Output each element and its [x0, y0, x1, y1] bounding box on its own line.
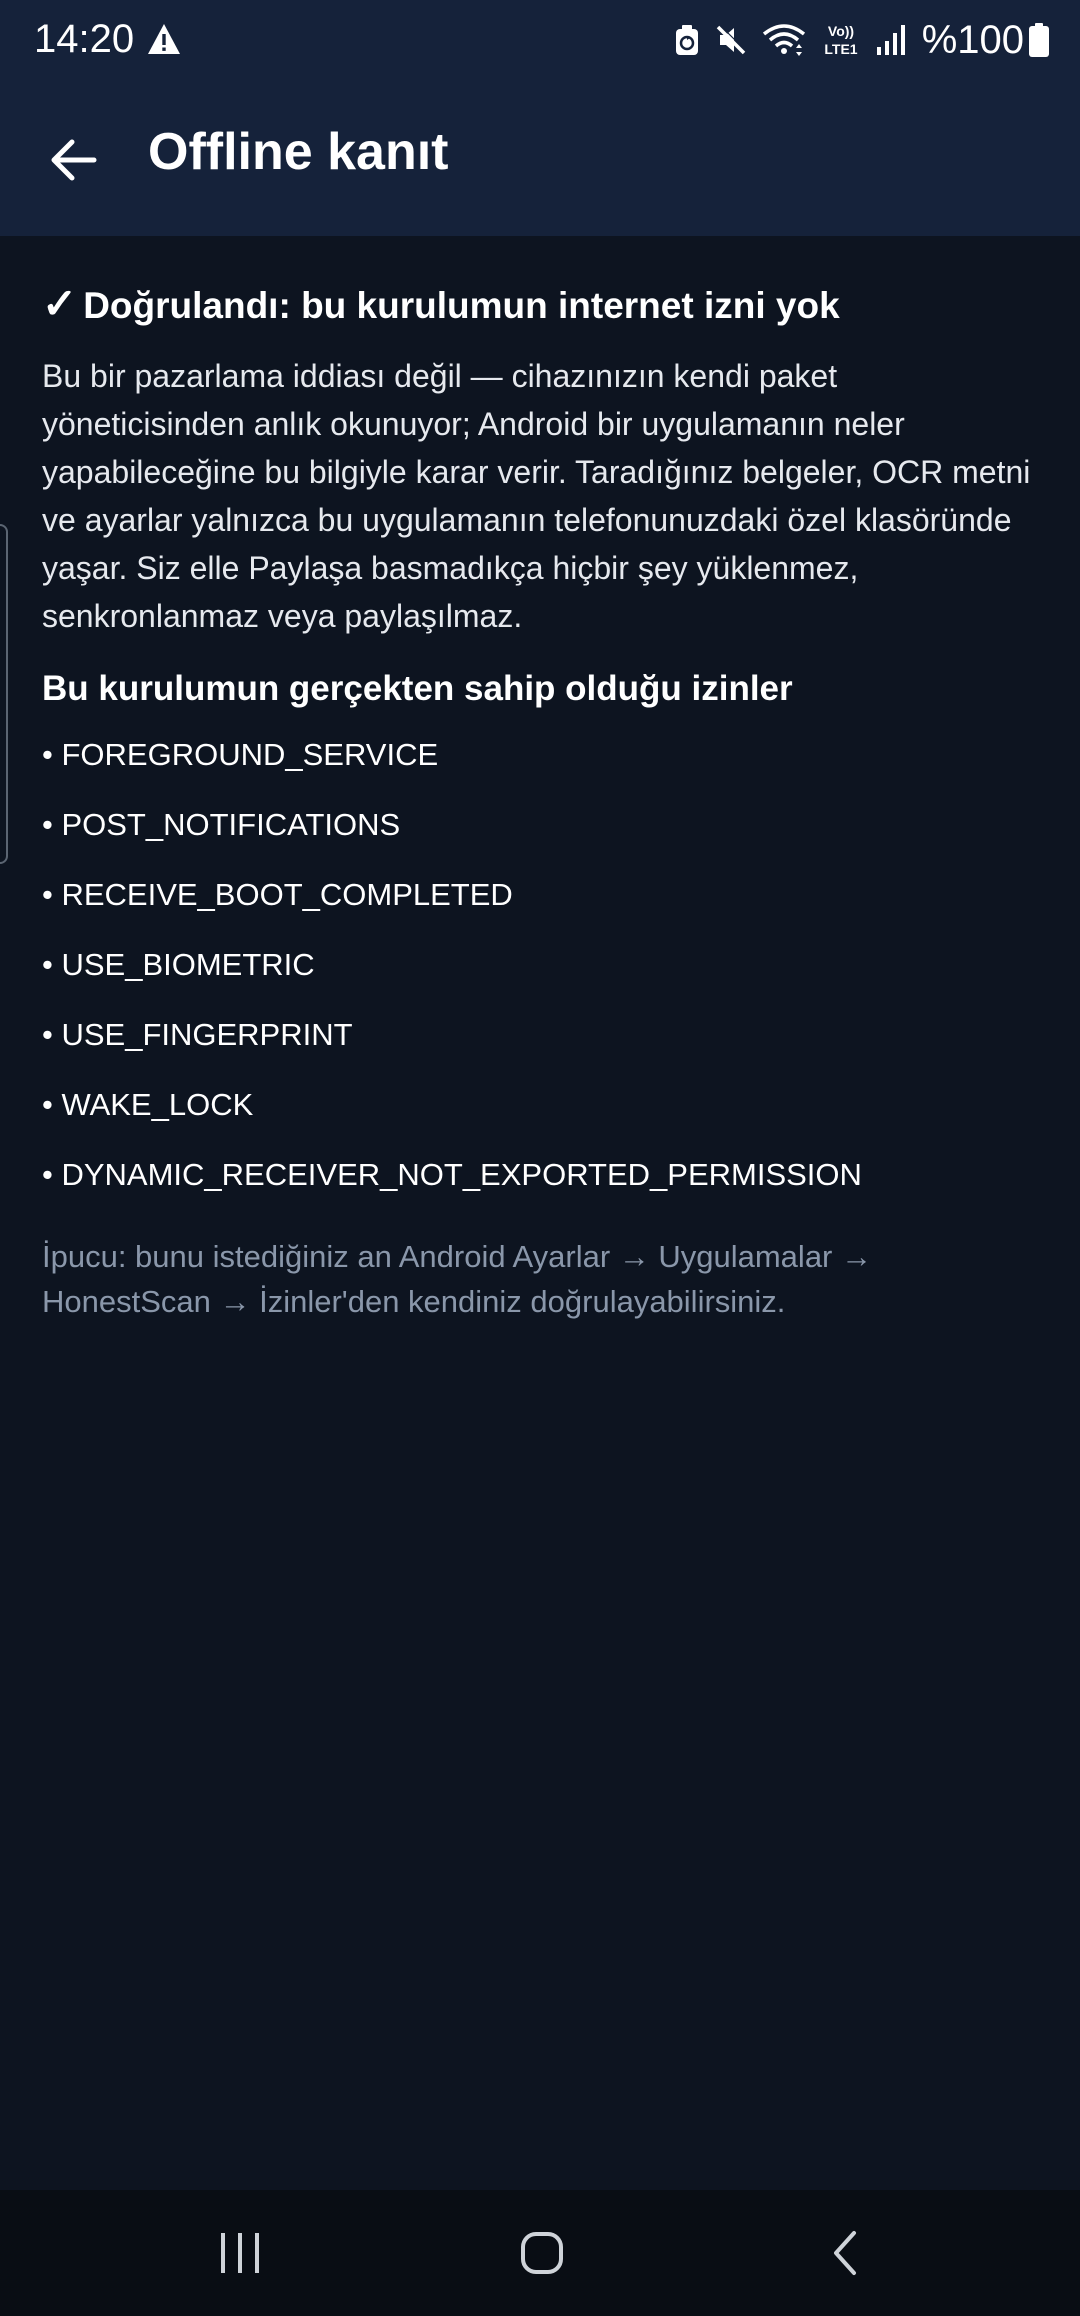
battery-icon — [1029, 23, 1049, 57]
recent-apps-icon — [221, 2233, 259, 2273]
wifi-icon — [762, 24, 805, 56]
home-icon — [521, 2232, 563, 2274]
app-bar: Offline kanıt — [0, 80, 1080, 236]
warning-icon — [148, 24, 180, 54]
permission-item: • USE_BIOMETRIC — [42, 947, 315, 982]
permission-item: • POST_NOTIFICATIONS — [42, 807, 401, 842]
permission-item: • USE_FINGERPRINT — [42, 1017, 353, 1052]
lte-label-top: Vo)) — [828, 23, 854, 39]
permission-item: • RECEIVE_BOOT_COMPLETED — [42, 877, 513, 912]
lte-label-bottom: LTE1 — [824, 41, 857, 57]
permissions-list: • FOREGROUND_SERVICE • POST_NOTIFICATION… — [42, 732, 1042, 1222]
recycle-icon — [675, 25, 698, 55]
battery-percent: %100 — [921, 18, 1024, 62]
permissions-heading: Bu kurulumun gerçekten sahip olduğu izin… — [42, 669, 793, 708]
verified-heading-text: Doğrulandı: bu kurulumun internet izni y… — [83, 285, 840, 326]
explanation-text: Bu bir pazarlama iddiası değil — cihazın… — [42, 358, 1031, 634]
navigation-bar — [0, 2190, 1080, 2316]
lte-icon: Vo)) LTE1 — [824, 23, 857, 57]
header: 14:20 Vo)) LTE1 %100 Offline kanıt — [0, 0, 1080, 236]
permission-item: • WAKE_LOCK — [42, 1087, 254, 1122]
verified-heading: ✓ Doğrulandı: bu kurulumun internet izni … — [42, 282, 1042, 328]
page-title: Offline kanıt — [148, 123, 449, 181]
mute-icon — [716, 24, 747, 55]
arrow-left-icon — [51, 139, 97, 181]
home-button[interactable] — [492, 2216, 592, 2290]
signal-icon — [876, 25, 905, 55]
status-icons: Vo)) LTE1 %100 — [660, 16, 1050, 64]
screen: 14:20 Vo)) LTE1 %100 Offline kanıt ✓ Doğ… — [0, 0, 1080, 2316]
check-icon: ✓ — [42, 280, 78, 327]
edge-panel-handle[interactable] — [0, 524, 8, 864]
status-bar: 14:20 Vo)) LTE1 %100 — [0, 0, 1080, 80]
permission-item: • FOREGROUND_SERVICE — [42, 737, 439, 772]
status-time: 14:20 — [34, 17, 135, 61]
system-back-button[interactable] — [795, 2216, 895, 2290]
tip-text: İpucu: bunu istediğiniz an Android Ayarl… — [42, 1239, 872, 1319]
back-button[interactable] — [34, 120, 114, 200]
recent-apps-button[interactable] — [190, 2216, 290, 2290]
back-icon — [834, 2231, 856, 2275]
permission-item: • DYNAMIC_RECEIVER_NOT_EXPORTED_PERMISSI… — [42, 1157, 862, 1192]
main-content: ✓ Doğrulandı: bu kurulumun internet izni … — [42, 236, 1042, 1324]
